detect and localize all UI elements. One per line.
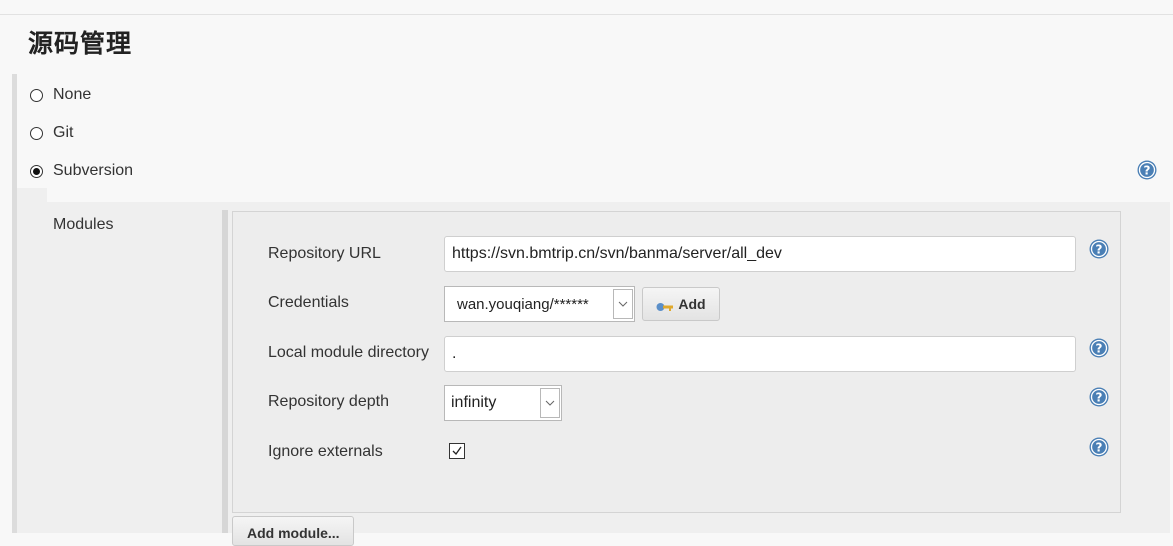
svg-text:?: ? bbox=[1096, 243, 1103, 257]
local-module-directory-input[interactable] bbox=[444, 336, 1076, 372]
credentials-label: Credentials bbox=[268, 294, 349, 311]
key-icon bbox=[656, 299, 674, 311]
svg-text:?: ? bbox=[1096, 342, 1103, 356]
repository-url-label: Repository URL bbox=[268, 245, 381, 262]
help-icon[interactable]: ? bbox=[1089, 338, 1109, 358]
module-left-bar bbox=[222, 210, 228, 533]
top-divider bbox=[0, 14, 1173, 15]
repository-depth-selected: infinity bbox=[451, 394, 497, 411]
help-icon[interactable]: ? bbox=[1089, 437, 1109, 457]
repository-url-input[interactable] bbox=[444, 236, 1076, 272]
add-credentials-button[interactable]: Add bbox=[642, 287, 720, 321]
scm-option-git[interactable]: Git bbox=[30, 122, 73, 144]
ignore-externals-label: Ignore externals bbox=[268, 443, 383, 460]
svg-text:?: ? bbox=[1096, 391, 1103, 405]
chevron-down-icon[interactable] bbox=[613, 289, 633, 319]
radio-git[interactable] bbox=[30, 126, 43, 140]
credentials-select[interactable]: wan.youqiang/****** bbox=[444, 286, 635, 322]
svg-text:?: ? bbox=[1144, 164, 1151, 178]
help-icon[interactable]: ? bbox=[1137, 160, 1157, 180]
credentials-selected: wan.youqiang/****** bbox=[457, 295, 589, 313]
ignore-externals-checkbox[interactable] bbox=[449, 443, 465, 459]
scm-option-none[interactable]: None bbox=[30, 84, 91, 106]
help-icon[interactable]: ? bbox=[1089, 239, 1109, 259]
repository-depth-label: Repository depth bbox=[268, 393, 389, 410]
svg-text:?: ? bbox=[1096, 441, 1103, 455]
repository-depth-select[interactable]: infinity bbox=[444, 385, 562, 421]
checkmark-icon bbox=[452, 446, 462, 456]
radio-label-subversion: Subversion bbox=[53, 162, 134, 179]
chevron-down-icon[interactable] bbox=[540, 388, 560, 418]
add-module-button[interactable]: Add module... bbox=[232, 516, 354, 546]
radio-label-none: None bbox=[53, 86, 92, 103]
help-icon[interactable]: ? bbox=[1089, 387, 1109, 407]
scm-option-subversion[interactable]: Subversion bbox=[30, 160, 133, 182]
radio-none[interactable] bbox=[30, 88, 43, 102]
subversion-panel-tab bbox=[17, 188, 47, 202]
modules-label: Modules bbox=[53, 216, 114, 233]
radio-label-git: Git bbox=[53, 124, 74, 141]
local-module-directory-label: Local module directory bbox=[268, 344, 429, 361]
add-credentials-label: Add bbox=[678, 296, 706, 312]
section-title: 源码管理 bbox=[28, 29, 133, 58]
radio-subversion[interactable] bbox=[30, 164, 43, 178]
